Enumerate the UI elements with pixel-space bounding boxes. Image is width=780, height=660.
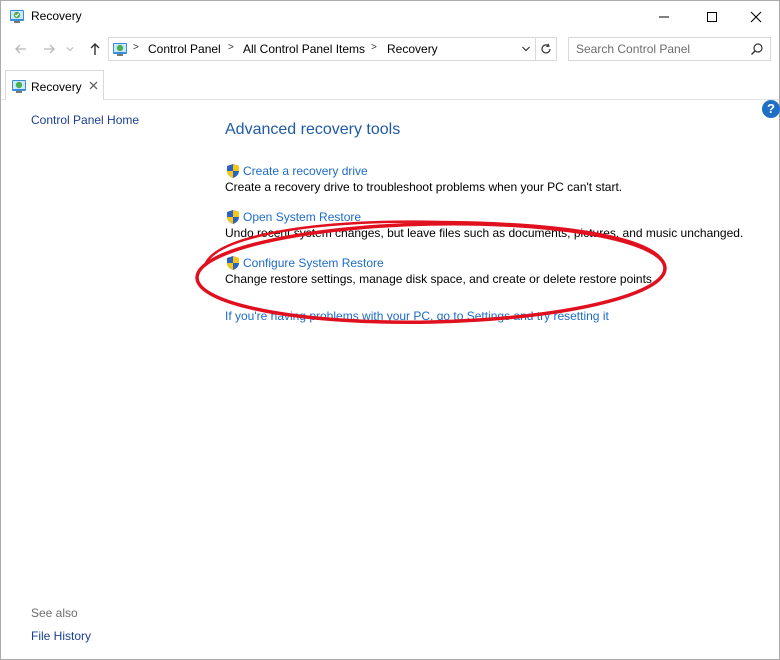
arrow-up-icon [90, 43, 100, 55]
left-navigation-pane: Control Panel Home See also File History [1, 101, 201, 659]
chevron-down-icon [66, 47, 74, 52]
close-icon [89, 81, 97, 89]
page-title: Advanced recovery tools [225, 121, 401, 138]
back-button[interactable] [11, 39, 31, 59]
maximize-icon [707, 11, 717, 22]
title-bar[interactable]: Recovery [1, 1, 779, 32]
breadcrumb-control-panel[interactable]: Control Panel [148, 42, 221, 56]
recovery-app-icon [12, 80, 26, 93]
search-icon[interactable] [750, 42, 764, 56]
search-input[interactable]: Search Control Panel [568, 37, 771, 61]
forward-button[interactable] [39, 39, 59, 59]
control-panel-home-link[interactable]: Control Panel Home [31, 113, 139, 127]
recovery-option: Open System Restore Undo recent system c… [225, 209, 765, 240]
configure-system-restore-link[interactable]: Configure System Restore [243, 256, 384, 270]
breadcrumb-separator[interactable]: > [371, 42, 377, 53]
breadcrumb-separator[interactable]: > [133, 42, 139, 53]
refresh-button[interactable] [535, 37, 557, 61]
close-icon [750, 11, 762, 22]
address-bar[interactable]: > Control Panel > All Control Panel Item… [108, 37, 536, 61]
recovery-option: Create a recovery drive Create a recover… [225, 163, 765, 194]
close-button[interactable] [733, 1, 779, 32]
explorer-window: Recovery > Control Panel > All Control P… [0, 0, 780, 660]
option-description: Change restore settings, manage disk spa… [225, 272, 656, 286]
up-button[interactable] [85, 39, 105, 59]
uac-shield-icon [227, 210, 239, 224]
maximize-button[interactable] [689, 1, 735, 32]
uac-shield-icon [227, 164, 239, 178]
address-dropdown-button[interactable] [518, 41, 534, 57]
option-description: Undo recent system changes, but leave fi… [225, 226, 744, 240]
breadcrumb-recovery[interactable]: Recovery [387, 42, 438, 56]
window-title: Recovery [31, 9, 82, 23]
recovery-app-icon [10, 10, 24, 23]
main-content: Advanced recovery tools Create a recover… [225, 101, 775, 601]
create-recovery-drive-link[interactable]: Create a recovery drive [243, 164, 368, 178]
breadcrumb-all-items[interactable]: All Control Panel Items [243, 42, 365, 56]
option-description: Create a recovery drive to troubleshoot … [225, 180, 623, 194]
arrow-left-icon [15, 44, 26, 54]
uac-shield-icon [227, 256, 239, 270]
recovery-option: Configure System Restore Change restore … [225, 255, 765, 286]
minimize-icon [659, 16, 669, 17]
tab-close-button[interactable] [86, 78, 100, 92]
search-placeholder: Search Control Panel [576, 42, 691, 56]
tab-recovery[interactable]: Recovery [5, 70, 104, 100]
tab-label: Recovery [31, 80, 82, 94]
navigation-bar: > Control Panel > All Control Panel Item… [1, 32, 779, 66]
reset-pc-link[interactable]: If you're having problems with your PC, … [225, 309, 609, 323]
file-history-link[interactable]: File History [31, 629, 91, 643]
chevron-down-icon [522, 46, 530, 52]
control-panel-icon [113, 43, 127, 56]
breadcrumb-separator[interactable]: > [228, 42, 234, 53]
refresh-icon [540, 43, 551, 54]
open-system-restore-link[interactable]: Open System Restore [243, 210, 361, 224]
minimize-button[interactable] [641, 1, 687, 32]
see-also-label: See also [31, 606, 78, 620]
tab-strip: Recovery [1, 66, 779, 100]
recent-locations-button[interactable] [63, 39, 77, 59]
arrow-right-icon [44, 44, 55, 54]
